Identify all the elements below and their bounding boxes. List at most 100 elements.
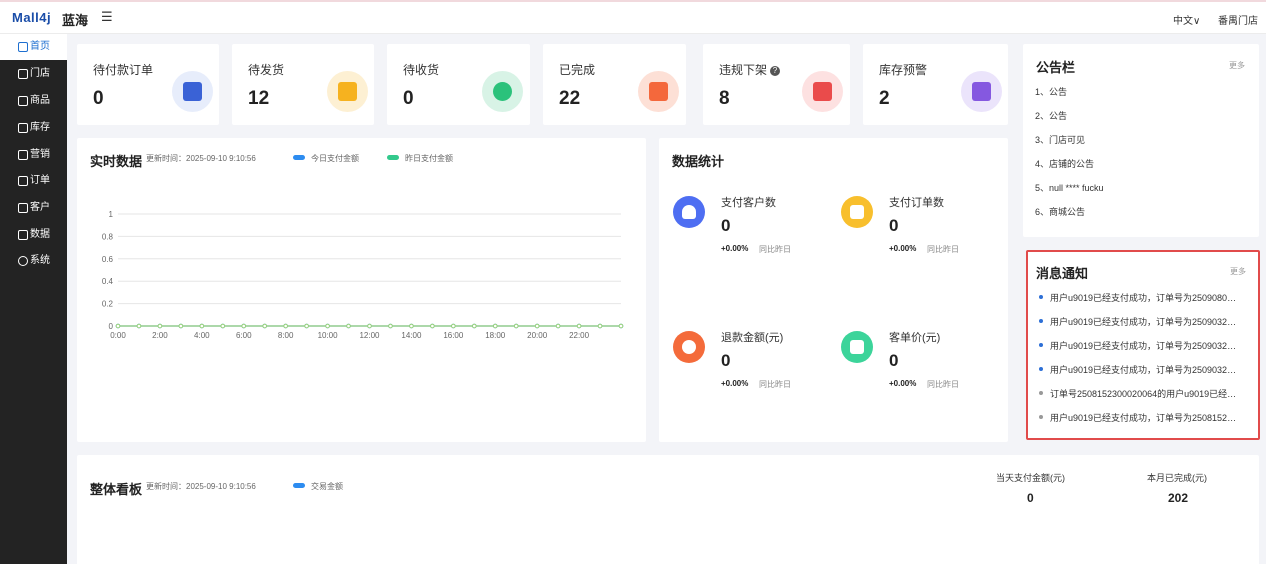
x-tick-label: 16:00 xyxy=(443,331,464,340)
stat-icon-circle xyxy=(673,331,705,363)
overview-update-time: 更新时间：2025-09-10 9:10:56 xyxy=(146,482,256,491)
menu-fold-icon[interactable]: ☰ xyxy=(101,9,113,25)
notice-item[interactable]: 2、公告 xyxy=(1035,109,1067,122)
overview-title: 整体看板 xyxy=(90,482,143,497)
warning-doc-icon xyxy=(813,82,832,101)
x-tick-label: 4:00 xyxy=(194,331,210,340)
data-point xyxy=(157,323,163,329)
gift-icon xyxy=(18,150,28,160)
sidebar-item-home[interactable]: 首页 xyxy=(0,34,67,60)
message-item[interactable]: 用户u9019已经支付成功，订单号为2509032… xyxy=(1038,315,1248,328)
language-select[interactable]: 中文∨ xyxy=(1173,12,1200,27)
legend-swatch xyxy=(293,483,305,488)
sidebar-item-data[interactable]: 数据 xyxy=(0,222,67,248)
message-dot xyxy=(1039,367,1043,371)
refund-icon xyxy=(682,340,696,354)
message-item[interactable]: 用户u9019已经支付成功，订单号为2509080… xyxy=(1038,291,1248,304)
customer-icon xyxy=(18,203,28,213)
x-tick-label: 22:00 xyxy=(569,331,590,340)
data-point xyxy=(262,323,268,329)
message-dot xyxy=(1039,319,1043,323)
sidebar-item-orders[interactable]: 订单 xyxy=(0,168,67,194)
kpi-label-month-completed: 本月已完成(元) xyxy=(1147,473,1207,483)
data-point xyxy=(178,323,184,329)
notice-item[interactable]: 4、店铺的公告 xyxy=(1035,157,1094,170)
stat-value: 22 xyxy=(559,88,581,109)
stat-icon-circle xyxy=(673,196,705,228)
box-icon xyxy=(972,82,991,101)
message-dot xyxy=(1039,415,1043,419)
notice-more-link[interactable]: 更多 xyxy=(1229,60,1245,71)
clipboard-icon xyxy=(850,205,864,219)
store-select[interactable]: 番禺门店 xyxy=(1218,12,1258,27)
headset-icon xyxy=(493,82,512,101)
x-tick-label: 6:00 xyxy=(236,331,252,340)
data-point xyxy=(388,323,393,329)
stat-label: 待收货 xyxy=(403,63,440,77)
x-tick-label: 10:00 xyxy=(318,331,339,340)
top-bar: Mall4j 蓝海 ☰ 中文∨ 番禺门店 xyxy=(0,0,1266,34)
stat-icon-circle xyxy=(841,196,873,228)
x-tick-label: 14:00 xyxy=(401,331,422,340)
data-point xyxy=(576,323,582,329)
data-point xyxy=(471,323,477,329)
data-point xyxy=(115,323,121,329)
legend-transaction[interactable]: 交易金额 xyxy=(293,481,343,492)
x-tick-label: 0:00 xyxy=(110,331,126,340)
data-point xyxy=(325,323,330,329)
settings-icon xyxy=(18,256,28,266)
message-dot xyxy=(1039,295,1043,299)
stat-value: 12 xyxy=(248,88,270,109)
help-icon[interactable]: ? xyxy=(770,66,781,76)
sidebar-item-goods[interactable]: 商品 xyxy=(0,88,67,114)
y-tick-label: 1 xyxy=(109,210,114,219)
message-item[interactable]: 用户u9019已经支付成功，订单号为2509032… xyxy=(1038,339,1248,352)
kpi-label-today-payment: 当天支付金额(元) xyxy=(996,473,1065,483)
sidebar-item-store[interactable]: 门店 xyxy=(0,61,67,87)
stat-label: 库存预警 xyxy=(879,63,928,77)
sidebar-item-inventory[interactable]: 库存 xyxy=(0,115,67,141)
sidebar-item-system[interactable]: 系统 xyxy=(0,248,67,274)
inventory-icon xyxy=(18,123,28,133)
sidebar-item-marketing[interactable]: 营销 xyxy=(0,142,67,168)
data-point xyxy=(534,323,540,329)
stat-card-violation[interactable]: 违规下架? 8 xyxy=(703,44,850,125)
message-more-link[interactable]: 更多 xyxy=(1230,266,1246,277)
x-tick-label: 2:00 xyxy=(152,331,168,340)
data-point xyxy=(367,323,372,329)
stat-value: 0 xyxy=(403,88,414,109)
stat-label: 待付款订单 xyxy=(93,63,154,77)
message-item[interactable]: 用户u9019已经支付成功，订单号为2509032… xyxy=(1038,363,1248,376)
message-dot xyxy=(1039,391,1043,395)
stat-card-pending-shipment[interactable]: 待发货 12 xyxy=(232,44,374,125)
y-tick-label: 0 xyxy=(109,322,114,331)
message-item[interactable]: 订单号2508152300020064的用户u9019已经… xyxy=(1038,387,1248,400)
data-stats-title: 数据统计 xyxy=(672,154,725,169)
stat-card-pending-payment[interactable]: 待付款订单 0 xyxy=(77,44,219,125)
message-item[interactable]: 用户u9019已经支付成功，订单号为2508152… xyxy=(1038,411,1248,424)
stat-icon-circle xyxy=(327,71,368,112)
kpi-value-today-payment: 0 xyxy=(1027,491,1034,505)
notice-item[interactable]: 6、商城公告 xyxy=(1035,205,1085,218)
notice-item[interactable]: 5、null **** fucku xyxy=(1035,181,1104,194)
notice-board-title: 公告栏 xyxy=(1036,60,1076,75)
order-icon xyxy=(18,176,28,186)
notice-item[interactable]: 1、公告 xyxy=(1035,85,1067,98)
data-point xyxy=(283,323,288,329)
app-logo[interactable]: Mall4j xyxy=(12,10,51,25)
notice-board-card: 公告栏 更多 1、公告 2、公告 3、门店可见 4、店铺的公告 5、null *… xyxy=(1023,44,1259,237)
sidebar-item-customers[interactable]: 客户 xyxy=(0,195,67,221)
stat-card-pending-receipt[interactable]: 待收货 0 xyxy=(387,44,530,125)
stat-card-inventory-warning[interactable]: 库存预警 2 xyxy=(863,44,1008,125)
data-point xyxy=(304,323,309,329)
y-tick-label: 0.8 xyxy=(102,232,114,241)
data-point xyxy=(409,323,414,329)
data-point xyxy=(220,323,226,329)
bag-icon xyxy=(850,340,864,354)
stat-card-completed[interactable]: 已完成 22 xyxy=(543,44,686,125)
x-tick-label: 20:00 xyxy=(527,331,548,340)
stat-icon-circle xyxy=(802,71,843,112)
data-stats-card: 数据统计 支付客户数 0 +0.00% 同比昨日 支付订单数 0 +0.00% … xyxy=(659,138,1008,442)
shop-name: 蓝海 xyxy=(62,13,89,28)
notice-item[interactable]: 3、门店可见 xyxy=(1035,133,1085,146)
